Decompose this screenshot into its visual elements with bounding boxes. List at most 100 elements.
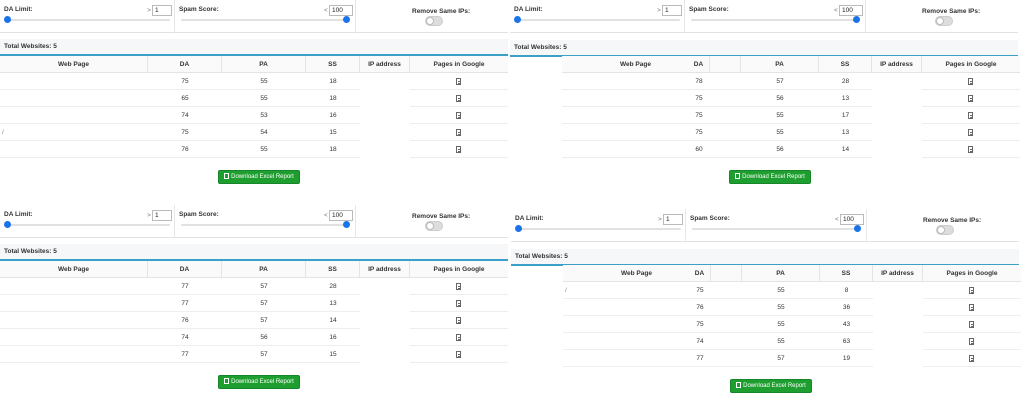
header-da[interactable]: DA: [657, 56, 741, 73]
spam-score-slider[interactable]: [691, 19, 859, 21]
remove-ips-toggle[interactable]: [425, 221, 443, 231]
cell-web-page[interactable]: [0, 346, 148, 363]
google-pages-icon[interactable]: [923, 299, 1021, 316]
google-pages-icon[interactable]: [922, 73, 1020, 90]
spam-score-input[interactable]: 100: [329, 210, 353, 221]
cell-web-page[interactable]: [563, 333, 658, 350]
cell-web-page[interactable]: [0, 141, 148, 158]
google-pages-icon[interactable]: [923, 350, 1021, 367]
cell-web-page[interactable]: [0, 312, 148, 329]
remove-ips-control: Remove Same IPs:: [867, 209, 1019, 242]
download-excel-button[interactable]: Download Excel Report: [218, 170, 300, 184]
cell-web-page[interactable]: [0, 278, 148, 295]
google-pages-icon[interactable]: [410, 141, 508, 158]
cell-web-page[interactable]: [562, 124, 657, 141]
google-pages-icon[interactable]: [410, 73, 508, 90]
google-pages-icon[interactable]: [410, 278, 508, 295]
header-pa[interactable]: PA: [222, 261, 306, 278]
da-limit-input[interactable]: 1: [662, 5, 682, 16]
cell-ss: 28: [329, 283, 337, 290]
remove-ips-toggle[interactable]: [935, 16, 953, 26]
cell-web-page[interactable]: /: [0, 124, 148, 141]
google-pages-icon[interactable]: [922, 90, 1020, 107]
header-pages-in-google[interactable]: Pages in Google: [410, 56, 508, 73]
google-pages-icon[interactable]: [410, 107, 508, 124]
spam-score-slider[interactable]: [181, 19, 349, 21]
header-da[interactable]: DA: [148, 56, 222, 73]
cell-web-page[interactable]: [562, 141, 657, 158]
header-ss[interactable]: SS: [819, 56, 872, 73]
da-limit-slider-handle[interactable]: [4, 221, 11, 228]
google-pages-icon[interactable]: [410, 90, 508, 107]
header-ss[interactable]: SS: [306, 261, 360, 278]
spam-score-slider[interactable]: [692, 228, 860, 230]
cell-web-page[interactable]: [562, 73, 657, 90]
spam-score-input[interactable]: 100: [329, 5, 353, 16]
cell-web-page[interactable]: [0, 73, 148, 90]
google-pages-icon[interactable]: [923, 282, 1021, 299]
cell-web-page[interactable]: [0, 295, 148, 312]
header-web-page[interactable]: Web Page: [0, 56, 148, 73]
header-ss[interactable]: SS: [306, 56, 360, 73]
google-pages-icon[interactable]: [923, 316, 1021, 333]
cell-web-page[interactable]: [563, 350, 658, 367]
cell-web-page[interactable]: [562, 90, 657, 107]
da-limit-slider[interactable]: [6, 224, 170, 226]
google-pages-icon[interactable]: [410, 329, 508, 346]
da-limit-slider-handle[interactable]: [515, 225, 522, 232]
cell-web-page[interactable]: [563, 299, 658, 316]
cell-web-page[interactable]: [0, 329, 148, 346]
cell-ss: 14: [841, 146, 850, 153]
cell-web-page[interactable]: [0, 107, 148, 124]
header-ip-address[interactable]: IP address: [360, 56, 410, 73]
download-excel-button[interactable]: Download Excel Report: [218, 375, 300, 389]
download-excel-button[interactable]: Download Excel Report: [730, 379, 812, 393]
header-ip-address[interactable]: IP address: [360, 261, 410, 278]
cell-web-page[interactable]: /: [563, 282, 658, 299]
google-pages-icon[interactable]: [410, 312, 508, 329]
spam-score-input[interactable]: 100: [840, 214, 864, 225]
cell-web-page[interactable]: [563, 316, 658, 333]
google-pages-icon[interactable]: [922, 124, 1020, 141]
header-web-page[interactable]: Web Page: [0, 261, 148, 278]
google-pages-icon[interactable]: [410, 295, 508, 312]
google-pages-icon[interactable]: [923, 333, 1021, 350]
header-pa[interactable]: PA: [741, 56, 819, 73]
header-pages-in-google[interactable]: Pages in Google: [923, 265, 1021, 282]
da-limit-slider-handle[interactable]: [514, 16, 521, 23]
da-limit-input[interactable]: 1: [663, 214, 683, 225]
header-pages-in-google[interactable]: Pages in Google: [410, 261, 508, 278]
download-excel-button[interactable]: Download Excel Report: [729, 170, 811, 184]
header-ip-address[interactable]: IP address: [872, 56, 922, 73]
google-pages-icon[interactable]: [410, 124, 508, 141]
cell-web-page[interactable]: [0, 90, 148, 107]
spam-score-slider-handle[interactable]: [853, 16, 860, 23]
cell-da: 76: [181, 317, 189, 324]
spam-score-slider-handle[interactable]: [343, 221, 350, 228]
spam-score-slider-handle[interactable]: [854, 225, 861, 232]
da-limit-slider[interactable]: [517, 228, 681, 230]
spam-score-slider-handle[interactable]: [343, 16, 350, 23]
header-da[interactable]: DA: [148, 261, 222, 278]
spam-score-slider[interactable]: [181, 224, 349, 226]
google-pages-icon[interactable]: [922, 141, 1020, 158]
spam-score-input[interactable]: 100: [839, 5, 863, 16]
header-da[interactable]: DA: [658, 265, 742, 282]
header-pa[interactable]: PA: [742, 265, 820, 282]
results-panel-4: DA Limit: > 1 Spam Score: < 100 Remove S…: [511, 209, 1021, 414]
cell-pa: 56: [260, 334, 268, 341]
da-limit-slider[interactable]: [516, 19, 680, 21]
google-pages-icon[interactable]: [922, 107, 1020, 124]
header-ip-address[interactable]: IP address: [873, 265, 923, 282]
remove-ips-toggle[interactable]: [425, 16, 443, 26]
da-limit-slider[interactable]: [6, 19, 170, 21]
remove-ips-toggle[interactable]: [936, 225, 954, 235]
da-limit-input[interactable]: 1: [152, 210, 172, 221]
header-ss[interactable]: SS: [820, 265, 873, 282]
da-limit-slider-handle[interactable]: [4, 16, 11, 23]
header-pa[interactable]: PA: [222, 56, 306, 73]
cell-web-page[interactable]: [562, 107, 657, 124]
google-pages-icon[interactable]: [410, 346, 508, 363]
header-pages-in-google[interactable]: Pages in Google: [922, 56, 1020, 73]
da-limit-input[interactable]: 1: [152, 5, 172, 16]
